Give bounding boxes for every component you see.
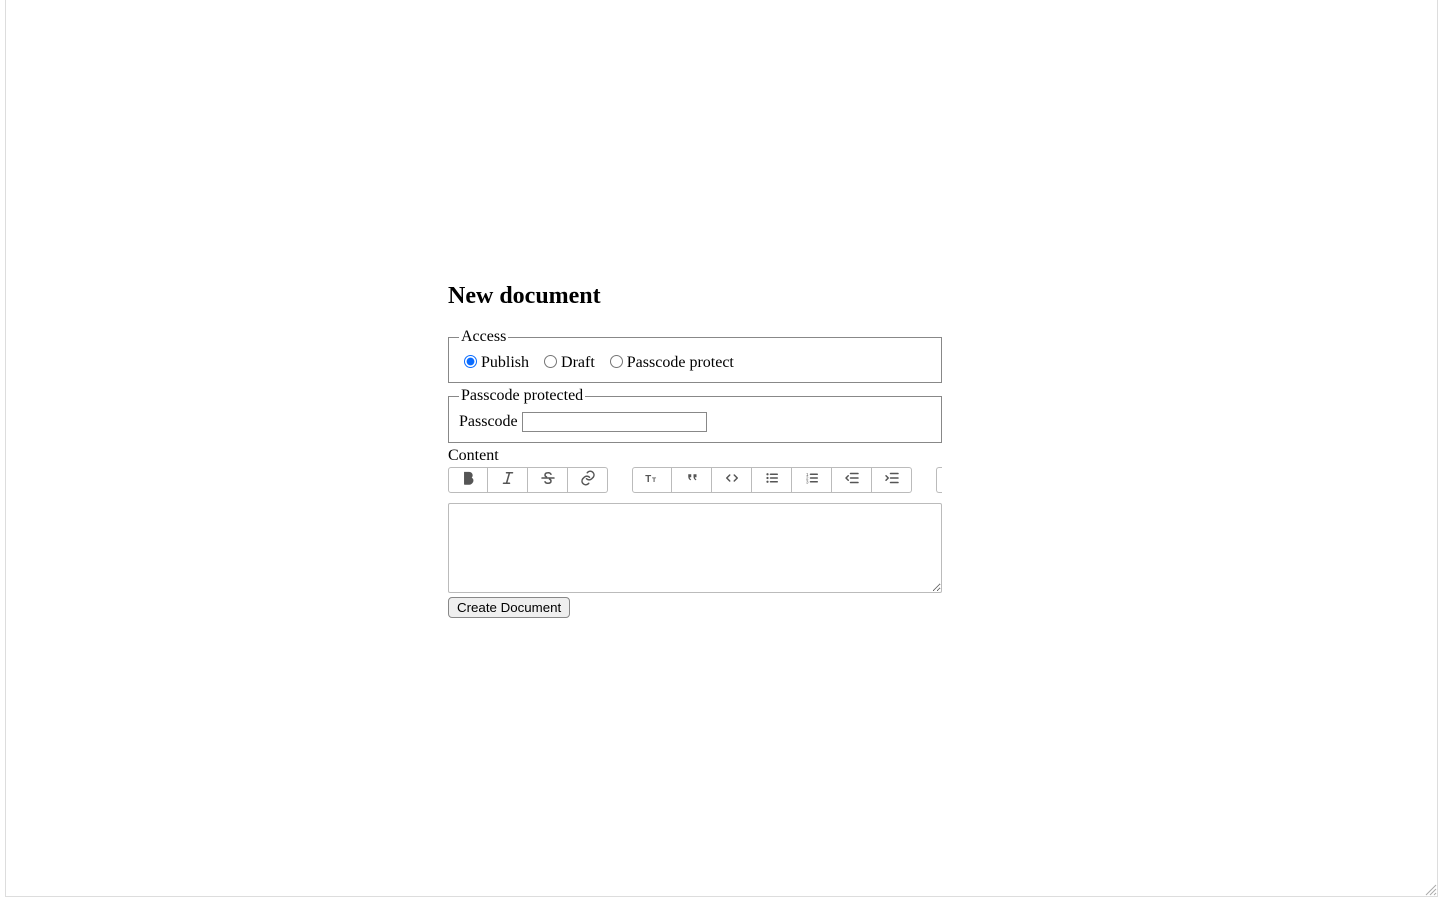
radio-passcode-label: Passcode protect — [627, 354, 734, 371]
radio-publish-label: Publish — [481, 354, 529, 371]
radio-draft-label: Draft — [561, 354, 595, 371]
radio-publish[interactable] — [464, 355, 477, 368]
code-button[interactable] — [712, 467, 752, 493]
access-option-draft[interactable]: Draft — [539, 354, 599, 371]
new-document-form: New document Access Publish Draft Passco… — [448, 283, 942, 618]
access-legend: Access — [459, 328, 508, 346]
radio-draft[interactable] — [544, 355, 557, 368]
svg-text:3: 3 — [806, 480, 809, 485]
toolbar-group-extra — [936, 467, 942, 493]
access-option-passcode[interactable]: Passcode protect — [605, 354, 734, 371]
access-fieldset: Access Publish Draft Passcode protect — [448, 328, 942, 383]
number-list-icon: 123 — [803, 469, 821, 490]
bullet-list-button[interactable] — [752, 467, 792, 493]
bold-button[interactable] — [448, 467, 488, 493]
editor-toolbar: TT 123 — [448, 467, 942, 493]
heading-icon: TT — [643, 469, 661, 490]
toolbar-overflow[interactable] — [936, 467, 942, 493]
passcode-legend: Passcode protected — [459, 387, 585, 405]
code-icon — [723, 469, 741, 490]
indent-button[interactable] — [872, 467, 912, 493]
number-list-button[interactable]: 123 — [792, 467, 832, 493]
svg-text:T: T — [652, 477, 657, 484]
radio-passcode[interactable] — [610, 355, 623, 368]
link-icon — [579, 469, 597, 490]
bold-icon — [459, 469, 477, 490]
outdent-icon — [843, 469, 861, 490]
quote-icon — [683, 469, 701, 490]
passcode-input[interactable] — [522, 412, 707, 432]
content-editor[interactable] — [448, 503, 942, 593]
content-label: Content — [448, 447, 942, 465]
svg-text:T: T — [645, 474, 651, 485]
access-radio-group: Publish Draft Passcode protect — [459, 352, 931, 372]
link-button[interactable] — [568, 467, 608, 493]
resize-handle-icon[interactable] — [1421, 880, 1437, 896]
toolbar-group-text — [448, 467, 608, 493]
italic-button[interactable] — [488, 467, 528, 493]
toolbar-group-block: TT 123 — [632, 467, 912, 493]
strikethrough-icon — [539, 469, 557, 490]
heading-button[interactable]: TT — [632, 467, 672, 493]
bullet-list-icon — [763, 469, 781, 490]
outdent-button[interactable] — [832, 467, 872, 493]
access-option-publish[interactable]: Publish — [459, 354, 533, 371]
italic-icon — [499, 469, 517, 490]
passcode-label: Passcode — [459, 413, 518, 430]
create-document-button[interactable]: Create Document — [448, 597, 570, 618]
passcode-fieldset: Passcode protected Passcode — [448, 387, 942, 443]
indent-icon — [883, 469, 901, 490]
strike-button[interactable] — [528, 467, 568, 493]
quote-button[interactable] — [672, 467, 712, 493]
page-title: New document — [448, 283, 942, 310]
